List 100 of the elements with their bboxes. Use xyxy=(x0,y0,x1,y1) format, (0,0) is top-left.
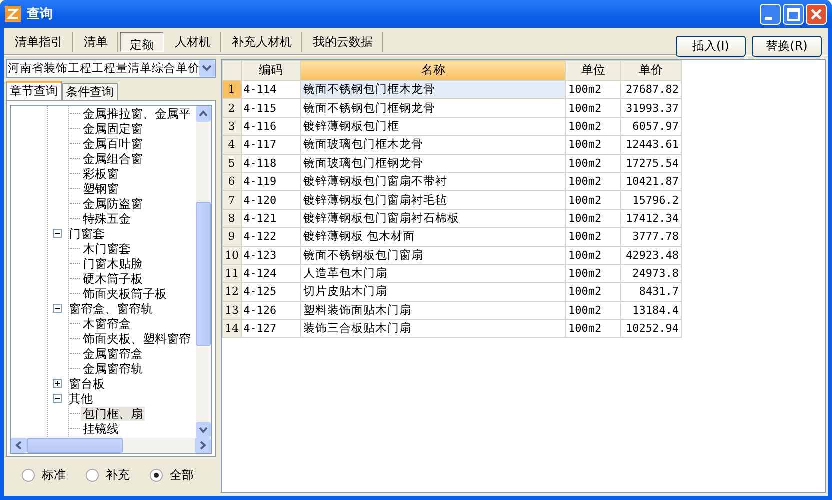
tree-item[interactable]: 挂镜线 xyxy=(81,422,121,436)
tree-item[interactable]: 金属窗帘轨 xyxy=(81,362,145,376)
table-cell: 4-120 xyxy=(241,190,301,210)
tree-item[interactable]: 木窗帘盒 xyxy=(81,316,133,330)
tab[interactable]: 清单 xyxy=(75,32,118,52)
column-header[interactable]: 单位 xyxy=(566,60,621,80)
row-number[interactable]: 4 xyxy=(222,136,242,154)
row-number[interactable]: 14 xyxy=(222,320,242,338)
tree-item[interactable]: 门窗套 xyxy=(67,226,107,240)
tree-item[interactable]: 塑钢窗 xyxy=(81,182,121,196)
column-header[interactable]: 单价 xyxy=(620,60,682,80)
table-cell: 17412.34 xyxy=(620,209,682,228)
tree-item[interactable]: 硬木筒子板 xyxy=(81,272,145,286)
close-icon[interactable] xyxy=(806,4,827,24)
column-header[interactable]: 编码 xyxy=(241,60,301,80)
tab[interactable]: 条件查询 xyxy=(62,83,118,100)
row-number[interactable]: 12 xyxy=(222,282,242,302)
scroll-thumb[interactable] xyxy=(196,202,211,346)
table-cell: 100m2 xyxy=(566,80,621,99)
tree-item[interactable]: 木门窗套 xyxy=(81,242,133,256)
collapse-icon[interactable] xyxy=(53,304,62,313)
tree-item[interactable]: 饰面夹板、塑料窗帘 xyxy=(81,332,193,346)
scroll-down-icon[interactable] xyxy=(196,422,211,438)
radio-label[interactable]: 补充 xyxy=(106,466,130,484)
scroll-left-icon[interactable] xyxy=(11,438,27,453)
table-cell: 4-115 xyxy=(241,98,301,118)
radio-button[interactable] xyxy=(22,468,35,482)
table-cell: 100m2 xyxy=(566,301,621,320)
horizontal-scrollbar[interactable] xyxy=(10,438,212,454)
tab[interactable]: 定额 xyxy=(120,32,164,52)
table-cell: 100m2 xyxy=(566,172,621,191)
tree-item[interactable]: 金属百叶窗 xyxy=(81,136,145,150)
tree-item[interactable]: 金属防盗窗 xyxy=(81,196,145,210)
table-cell: 4-122 xyxy=(241,228,301,246)
tree-item[interactable]: 金属推拉窗、金属平 xyxy=(81,106,193,120)
tree-item[interactable]: 饰面夹板筒子板 xyxy=(81,286,169,300)
insert-button[interactable]: 插入(I) xyxy=(676,36,746,57)
table-cell: 镀锌薄钢板包门窗扇衬石棉板 xyxy=(300,209,566,228)
tab[interactable]: 补充人材机 xyxy=(223,32,302,52)
table-cell: 100m2 xyxy=(566,190,621,210)
column-header[interactable]: 名称 xyxy=(300,60,566,80)
radio-label[interactable]: 标准 xyxy=(42,466,66,484)
tree-item[interactable]: 其他 xyxy=(67,392,95,406)
table-cell: 装饰三合板贴木门扇 xyxy=(300,320,566,338)
expand-icon[interactable] xyxy=(53,379,62,388)
tab[interactable]: 章节查询 xyxy=(6,81,62,100)
minimize-icon[interactable] xyxy=(760,4,781,24)
row-number[interactable]: 10 xyxy=(222,246,242,264)
tab[interactable]: 清单指引 xyxy=(6,32,73,52)
replace-button[interactable]: 替换(R) xyxy=(752,36,822,57)
row-number[interactable]: 5 xyxy=(222,154,242,172)
row-number[interactable]: 9 xyxy=(222,228,242,246)
row-number[interactable]: 13 xyxy=(222,301,242,320)
radio-label[interactable]: 全部 xyxy=(170,466,194,484)
table-cell: 31993.37 xyxy=(620,98,682,118)
table-cell: 塑料装饰面贴木门扇 xyxy=(300,301,566,320)
collapse-icon[interactable] xyxy=(53,394,62,403)
table-cell: 100m2 xyxy=(566,320,621,338)
tree-item[interactable]: 窗帘盒、窗帘轨 xyxy=(67,302,155,316)
table-cell: 4-121 xyxy=(241,209,301,228)
table-cell: 100m2 xyxy=(566,264,621,283)
row-number[interactable]: 2 xyxy=(222,98,242,118)
scroll-up-icon[interactable] xyxy=(196,106,211,122)
row-number[interactable]: 7 xyxy=(222,190,242,210)
table-cell: 切片皮贴木门扇 xyxy=(300,282,566,302)
table-cell: 12443.61 xyxy=(620,136,682,154)
row-number[interactable]: 11 xyxy=(222,264,242,283)
collapse-icon[interactable] xyxy=(53,229,62,238)
tab[interactable]: 人材机 xyxy=(166,32,221,52)
table-cell: 镀锌薄钢板包门窗扇不带衬 xyxy=(300,172,566,191)
row-number[interactable]: 1 xyxy=(222,80,242,99)
tree-item[interactable]: 金属固定窗 xyxy=(81,122,145,136)
radio-button[interactable] xyxy=(86,468,99,482)
tree-item[interactable]: 窗台板 xyxy=(67,376,107,390)
tree-item[interactable]: 彩板窗 xyxy=(81,166,121,180)
table-cell: 4-117 xyxy=(241,136,301,154)
tree-item[interactable]: 金属组合窗 xyxy=(81,152,145,166)
scroll-thumb[interactable] xyxy=(27,438,123,453)
table-cell: 100m2 xyxy=(566,228,621,246)
tree-item[interactable]: 金属窗帘盒 xyxy=(81,346,145,360)
table-cell: 镀锌薄钢板包门窗扇衬毛毡 xyxy=(300,190,566,210)
table-cell: 4-123 xyxy=(241,246,301,264)
tab[interactable]: 我的云数据 xyxy=(304,32,383,52)
table-cell: 100m2 xyxy=(566,246,621,264)
row-number[interactable]: 6 xyxy=(222,172,242,191)
table-cell: 镜面不锈钢板包门窗扇 xyxy=(300,246,566,264)
tree-item[interactable]: 特殊五金 xyxy=(81,212,133,226)
maximize-icon[interactable] xyxy=(783,4,804,24)
tree-item[interactable]: 门窗木贴脸 xyxy=(81,256,145,270)
table-cell: 100m2 xyxy=(566,154,621,172)
table-cell: 4-116 xyxy=(241,117,301,136)
table-cell: 100m2 xyxy=(566,136,621,154)
table-cell: 24973.8 xyxy=(620,264,682,283)
row-number[interactable]: 3 xyxy=(222,117,242,136)
vertical-scrollbar[interactable] xyxy=(196,106,211,438)
scroll-right-icon[interactable] xyxy=(195,438,211,453)
row-number[interactable]: 8 xyxy=(222,209,242,228)
tree-item[interactable]: 包门框、扇 xyxy=(81,406,145,420)
radio-button[interactable] xyxy=(150,468,163,482)
table-cell: 42923.48 xyxy=(620,246,682,264)
